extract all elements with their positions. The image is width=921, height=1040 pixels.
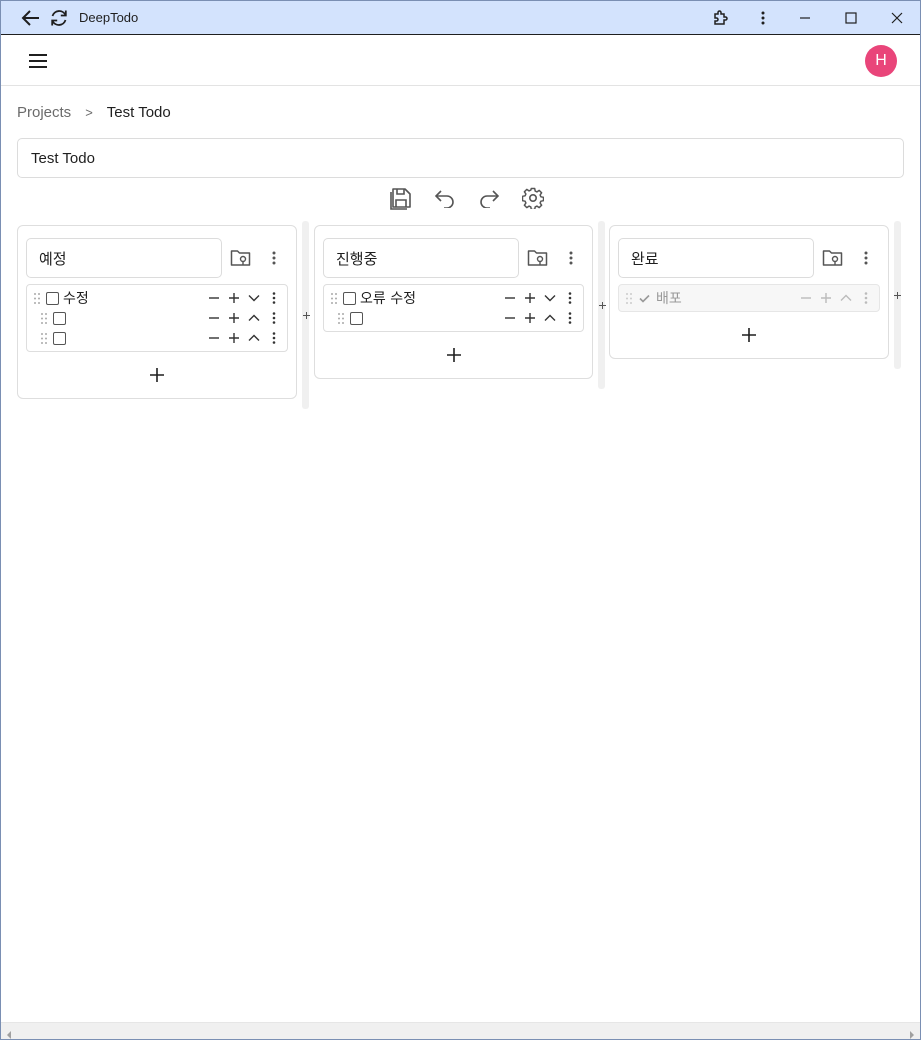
item-checkbox[interactable] bbox=[46, 291, 59, 305]
scroll-left-arrow-icon[interactable] bbox=[4, 1027, 14, 1039]
chevron-up-icon[interactable] bbox=[245, 309, 263, 327]
extensions-icon[interactable] bbox=[706, 1, 736, 35]
folder-search-icon[interactable] bbox=[526, 246, 550, 270]
project-title-input[interactable] bbox=[17, 138, 904, 178]
toolbar bbox=[385, 182, 549, 214]
more-vert-icon[interactable] bbox=[265, 309, 283, 327]
chevron-down-icon[interactable] bbox=[541, 289, 559, 307]
more-vert-icon[interactable] bbox=[559, 246, 583, 270]
item-checkbox[interactable] bbox=[53, 311, 66, 325]
plus-icon[interactable] bbox=[817, 289, 835, 307]
minus-icon[interactable] bbox=[797, 289, 815, 307]
breadcrumb-projects-link[interactable]: Projects bbox=[17, 104, 71, 121]
title-bar: DeepTodo bbox=[1, 1, 920, 35]
todo-list: 수정 bbox=[26, 284, 288, 352]
undo-icon[interactable] bbox=[429, 182, 461, 214]
minus-icon[interactable] bbox=[205, 329, 223, 347]
item-text[interactable]: 수정 bbox=[63, 288, 89, 308]
more-vert-icon[interactable] bbox=[561, 309, 579, 327]
item-checkbox[interactable] bbox=[350, 311, 363, 325]
more-vert-icon[interactable] bbox=[854, 246, 878, 270]
more-vert-icon[interactable] bbox=[748, 1, 778, 35]
more-vert-icon[interactable] bbox=[262, 246, 286, 270]
list-item bbox=[324, 308, 583, 328]
plus-icon[interactable] bbox=[225, 289, 243, 307]
todo-list: 오류 수정 bbox=[323, 284, 584, 332]
chevron-up-icon[interactable] bbox=[837, 289, 855, 307]
scroll-right-arrow-icon[interactable] bbox=[907, 1027, 917, 1039]
todo-list: 배포 bbox=[618, 284, 880, 312]
back-arrow-icon[interactable] bbox=[17, 4, 45, 32]
breadcrumb: Projects > Test Todo bbox=[17, 103, 171, 121]
add-item-button[interactable] bbox=[734, 320, 764, 350]
minus-icon[interactable] bbox=[501, 309, 519, 327]
add-column-icon[interactable] bbox=[597, 300, 607, 310]
column-name-input[interactable] bbox=[26, 238, 222, 278]
add-column-icon[interactable] bbox=[301, 310, 311, 320]
more-vert-icon[interactable] bbox=[561, 289, 579, 307]
redo-icon[interactable] bbox=[473, 182, 505, 214]
column-done: 배포 bbox=[609, 225, 889, 359]
column-in-progress: 오류 수정 bbox=[314, 225, 593, 379]
folder-search-icon[interactable] bbox=[229, 246, 253, 270]
list-item: 수정 bbox=[27, 288, 287, 308]
folder-search-icon[interactable] bbox=[821, 246, 845, 270]
checkmark-icon[interactable] bbox=[639, 291, 652, 306]
column-scheduled: 수정 bbox=[17, 225, 297, 399]
chevron-down-icon[interactable] bbox=[245, 289, 263, 307]
drag-handle-icon[interactable] bbox=[625, 292, 633, 304]
item-checkbox[interactable] bbox=[343, 291, 356, 305]
chevron-up-icon[interactable] bbox=[245, 329, 263, 347]
add-item-button[interactable] bbox=[142, 360, 172, 390]
item-text[interactable]: 배포 bbox=[656, 288, 682, 308]
breadcrumb-separator: > bbox=[85, 104, 93, 120]
minus-icon[interactable] bbox=[501, 289, 519, 307]
maximize-icon[interactable] bbox=[828, 1, 874, 35]
horizontal-scrollbar[interactable] bbox=[1, 1022, 920, 1039]
more-vert-icon[interactable] bbox=[857, 289, 875, 307]
window-title: DeepTodo bbox=[79, 10, 139, 25]
minus-icon[interactable] bbox=[205, 289, 223, 307]
close-icon[interactable] bbox=[874, 1, 920, 35]
drag-handle-icon[interactable] bbox=[40, 312, 48, 324]
list-item: 배포 bbox=[619, 288, 879, 308]
more-vert-icon[interactable] bbox=[265, 289, 283, 307]
avatar[interactable]: H bbox=[865, 45, 897, 77]
reload-icon[interactable] bbox=[45, 4, 73, 32]
plus-icon[interactable] bbox=[225, 309, 243, 327]
app-header: H bbox=[1, 35, 920, 86]
list-item bbox=[27, 328, 287, 348]
breadcrumb-current: Test Todo bbox=[106, 103, 171, 121]
plus-icon[interactable] bbox=[225, 329, 243, 347]
item-checkbox[interactable] bbox=[53, 331, 66, 345]
list-item: 오류 수정 bbox=[324, 288, 583, 308]
save-icon[interactable] bbox=[385, 182, 417, 214]
column-name-input[interactable] bbox=[323, 238, 519, 278]
drag-handle-icon[interactable] bbox=[33, 292, 41, 304]
minimize-icon[interactable] bbox=[782, 1, 828, 35]
add-column-icon[interactable] bbox=[892, 290, 902, 300]
more-vert-icon[interactable] bbox=[265, 329, 283, 347]
settings-icon[interactable] bbox=[517, 182, 549, 214]
plus-icon[interactable] bbox=[521, 289, 539, 307]
plus-icon[interactable] bbox=[521, 309, 539, 327]
kanban-board: 수정 bbox=[17, 221, 907, 421]
chevron-up-icon[interactable] bbox=[541, 309, 559, 327]
list-item bbox=[27, 308, 287, 328]
hamburger-menu-icon[interactable] bbox=[23, 47, 53, 75]
drag-handle-icon[interactable] bbox=[330, 292, 338, 304]
browser-window: DeepTodo H Projects > Test Todo Test Tod… bbox=[0, 0, 921, 1040]
drag-handle-icon[interactable] bbox=[337, 312, 345, 324]
column-name-input[interactable] bbox=[618, 238, 814, 278]
item-text[interactable]: 오류 수정 bbox=[360, 288, 416, 308]
minus-icon[interactable] bbox=[205, 309, 223, 327]
drag-handle-icon[interactable] bbox=[40, 332, 48, 344]
add-item-button[interactable] bbox=[439, 340, 469, 370]
